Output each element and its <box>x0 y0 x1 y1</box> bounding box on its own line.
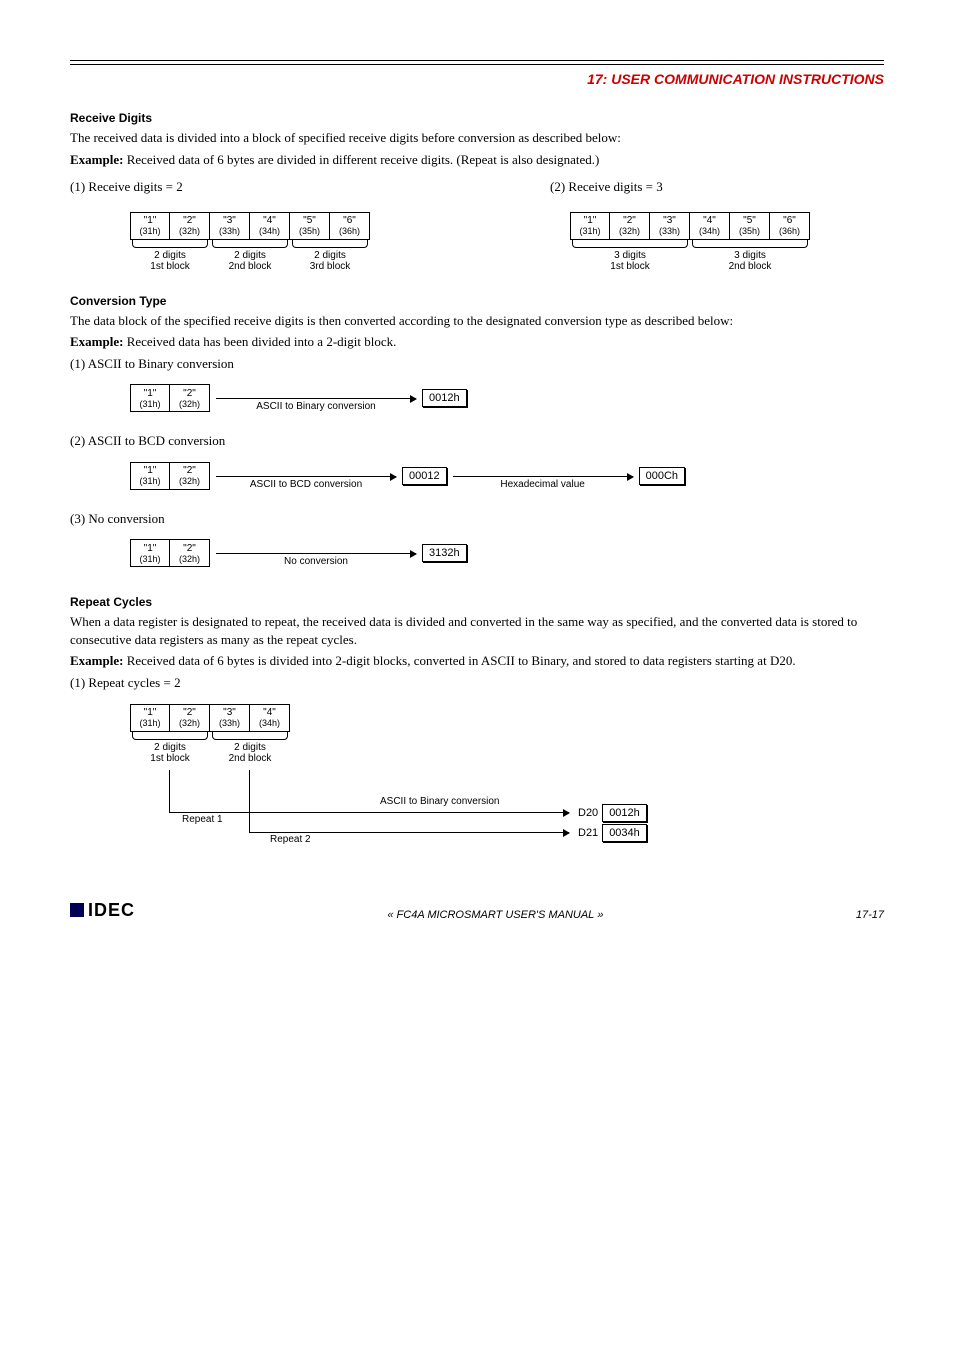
section-receive-digits: Receive Digits <box>70 111 884 125</box>
result-box: 0012h <box>422 389 467 407</box>
arrow-icon <box>216 476 396 477</box>
byte-cell: "1"(31h) <box>130 462 170 490</box>
connector-line <box>249 770 250 832</box>
byte-cell: "4"(34h) <box>250 704 290 732</box>
chapter-title: 17: USER COMMUNICATION INSTRUCTIONS <box>70 71 884 87</box>
byte-cell: "1"(31h) <box>130 212 170 240</box>
byte-cell: "1"(31h) <box>130 704 170 732</box>
byte-cell: "2"(32h) <box>170 212 210 240</box>
byte-cell: "6"(36h) <box>330 212 370 240</box>
byte-row: "1"(31h) "2"(32h) "3"(33h) "4"(34h) "5"(… <box>130 212 370 240</box>
connector-line <box>249 832 569 833</box>
arrow-icon <box>216 398 416 399</box>
case-label: (2) ASCII to BCD conversion <box>70 432 884 450</box>
chapter-num: 17: <box>587 71 607 87</box>
example-line: Example: Received data has been divided … <box>70 333 884 351</box>
body-text: The received data is divided into a bloc… <box>70 129 884 147</box>
case-label: (1) Receive digits = 2 <box>70 178 370 196</box>
byte-cell: "3"(33h) <box>650 212 690 240</box>
arrow-icon <box>563 809 570 817</box>
result-box: 0034h <box>602 824 647 842</box>
repeat-label: Repeat 1 <box>182 814 223 825</box>
arrow-icon <box>563 829 570 837</box>
header-rule <box>70 60 884 65</box>
byte-cell: "4"(34h) <box>690 212 730 240</box>
logo: IDEC <box>70 900 135 921</box>
byte-cell: "6"(36h) <box>770 212 810 240</box>
case-label: (3) No conversion <box>70 510 884 528</box>
logo-square-icon <box>70 903 84 917</box>
byte-cell: "2"(32h) <box>170 704 210 732</box>
byte-row: "1"(31h) "2"(32h) "3"(33h) "4"(34h) "5"(… <box>570 212 810 240</box>
case-label: (2) Receive digits = 3 <box>550 178 810 196</box>
repeat-label: Repeat 2 <box>270 834 311 845</box>
byte-cell: "1"(31h) <box>570 212 610 240</box>
byte-cell: "3"(33h) <box>210 704 250 732</box>
byte-cell: "4"(34h) <box>250 212 290 240</box>
page-number: 17-17 <box>856 909 884 921</box>
body-text: When a data register is designated to re… <box>70 613 884 648</box>
conv-label: ASCII to Binary conversion <box>380 796 500 807</box>
example-line: Example: Received data of 6 bytes are di… <box>70 151 884 169</box>
byte-cell: "5"(35h) <box>290 212 330 240</box>
byte-cell: "3"(33h) <box>210 212 250 240</box>
register-label: D21 <box>578 827 598 839</box>
result-box: 3132h <box>422 544 467 562</box>
manual-title: « FC4A MICROSMART USER'S MANUAL » <box>387 909 603 921</box>
byte-cell: "2"(32h) <box>170 539 210 567</box>
arrow-icon <box>453 476 633 477</box>
byte-cell: "1"(31h) <box>130 384 170 412</box>
arrow-icon <box>216 553 416 554</box>
result-box: 000Ch <box>639 467 685 485</box>
byte-cell: "5"(35h) <box>730 212 770 240</box>
byte-cell: "2"(32h) <box>610 212 650 240</box>
body-text: The data block of the specified receive … <box>70 312 884 330</box>
case-label: (1) ASCII to Binary conversion <box>70 355 884 373</box>
case-label: (1) Repeat cycles = 2 <box>70 674 884 692</box>
byte-cell: "2"(32h) <box>170 384 210 412</box>
result-box: 0012h <box>602 804 647 822</box>
section-repeat-cycles: Repeat Cycles <box>70 595 884 609</box>
section-conversion-type: Conversion Type <box>70 294 884 308</box>
register-label: D20 <box>578 807 598 819</box>
byte-cell: "1"(31h) <box>130 539 170 567</box>
example-line: Example: Received data of 6 bytes is div… <box>70 652 884 670</box>
result-box: 00012 <box>402 467 447 485</box>
page-footer: IDEC « FC4A MICROSMART USER'S MANUAL » 1… <box>70 900 884 921</box>
byte-cell: "2"(32h) <box>170 462 210 490</box>
connector-line <box>169 812 569 813</box>
connector-line <box>169 770 170 812</box>
